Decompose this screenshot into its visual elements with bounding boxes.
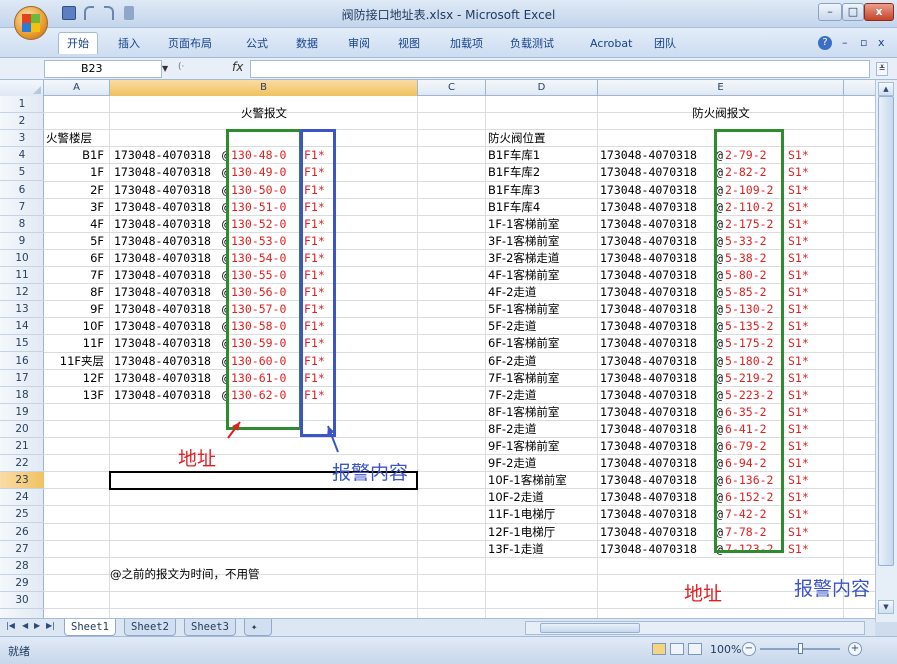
- status-bar: 就绪 100% − +: [0, 636, 897, 664]
- row-header-3[interactable]: 3: [0, 130, 44, 147]
- row-header-15[interactable]: 15: [0, 335, 44, 352]
- row-header-13[interactable]: 13: [0, 301, 44, 318]
- sheet-tab-sheet1[interactable]: Sheet1: [64, 619, 116, 636]
- row-header-1[interactable]: 1: [0, 96, 44, 113]
- tab-review[interactable]: 审阅: [348, 36, 370, 52]
- formula-cancel-icon[interactable]: (·: [178, 62, 184, 72]
- tab-formulas[interactable]: 公式: [246, 36, 268, 52]
- row-header-11[interactable]: 11: [0, 267, 44, 284]
- ribbon-restore-icon[interactable]: ▫: [860, 36, 867, 49]
- row-header-2[interactable]: 2: [0, 113, 44, 130]
- office-logo-icon: [22, 14, 40, 32]
- horizontal-scrollbar[interactable]: [525, 621, 865, 635]
- column-headers: A B C D E: [0, 80, 875, 96]
- page-layout-view-icon[interactable]: [670, 643, 684, 655]
- status-ready: 就绪: [8, 645, 30, 658]
- ribbon-minimize-icon[interactable]: –: [842, 36, 848, 49]
- office-button[interactable]: [14, 6, 48, 40]
- tab-home[interactable]: 开始: [58, 32, 98, 54]
- name-box[interactable]: B23: [44, 60, 162, 78]
- row-header-27[interactable]: 27: [0, 541, 44, 558]
- cell-area[interactable]: 火警报文 火警楼层 B1F 173048-4070318 @130-48-0 F1* 1F 1…: [44, 96, 875, 622]
- ribbon-close-icon[interactable]: x: [878, 36, 885, 49]
- row-header-25[interactable]: 25: [0, 506, 44, 523]
- row-header-30[interactable]: 30: [0, 592, 44, 609]
- first-sheet-icon[interactable]: |◀: [6, 621, 15, 630]
- formula-input[interactable]: [250, 60, 870, 78]
- row-header-17[interactable]: 17: [0, 370, 44, 387]
- close-button[interactable]: x: [864, 3, 894, 21]
- zoom-level[interactable]: 100%: [710, 643, 741, 656]
- page-break-view-icon[interactable]: [688, 643, 702, 655]
- normal-view-icon[interactable]: [652, 643, 666, 655]
- column-header-a[interactable]: A: [44, 80, 110, 96]
- tab-insert[interactable]: 插入: [118, 36, 140, 52]
- help-icon[interactable]: ?: [818, 36, 832, 50]
- sheet-tab-sheet3[interactable]: Sheet3: [184, 619, 236, 636]
- vertical-scrollbar[interactable]: ▲ ▼: [875, 80, 897, 622]
- tab-data[interactable]: 数据: [296, 36, 318, 52]
- annotation-arrows: [227, 421, 339, 453]
- row-header-20[interactable]: 20: [0, 421, 44, 438]
- zoom-in-icon[interactable]: +: [848, 642, 862, 656]
- tab-page-layout[interactable]: 页面布局: [168, 36, 212, 52]
- row-header-23[interactable]: 23: [0, 472, 44, 489]
- row-header-28[interactable]: 28: [0, 558, 44, 575]
- tab-addins[interactable]: 加载项: [450, 36, 483, 52]
- tab-view[interactable]: 视图: [398, 36, 420, 52]
- row-header-6[interactable]: 6: [0, 182, 44, 199]
- row-headers: 1 2 3 4 5 6 7 8 9 10 11 12 13 14 15 16 17 18 19 20 21 22 23 24 2…: [0, 96, 44, 622]
- title-bar: 阀防接口地址表.xlsx - Microsoft Excel – □ x: [0, 0, 897, 28]
- zoom-slider-thumb[interactable]: [798, 643, 803, 654]
- row-header-16[interactable]: 16: [0, 353, 44, 370]
- tab-team[interactable]: 团队: [654, 36, 676, 52]
- worksheet-grid[interactable]: A B C D E 1 2 3 4 5 6 7 8 9 10 11 12 13 14 15 16 17 18 19 2…: [0, 80, 875, 622]
- row-header-19[interactable]: 19: [0, 404, 44, 421]
- row-header-22[interactable]: 22: [0, 455, 44, 472]
- last-sheet-icon[interactable]: ▶|: [46, 621, 55, 630]
- row-header-14[interactable]: 14: [0, 318, 44, 335]
- select-all-corner[interactable]: [0, 80, 44, 96]
- excel-window: 阀防接口地址表.xlsx - Microsoft Excel – □ x 开始 …: [0, 0, 897, 664]
- row-header-29[interactable]: 29: [0, 575, 44, 592]
- row-header-24[interactable]: 24: [0, 489, 44, 506]
- sheet-tab-sheet2[interactable]: Sheet2: [124, 619, 176, 636]
- maximize-button[interactable]: □: [842, 3, 864, 21]
- horizontal-scroll-thumb[interactable]: [540, 623, 640, 633]
- expand-formula-bar-icon[interactable]: ≚: [876, 62, 888, 76]
- formula-bar: B23 ▼ (· fx ≚: [0, 58, 897, 80]
- row-header-9[interactable]: 9: [0, 233, 44, 250]
- zoom-out-icon[interactable]: −: [742, 642, 756, 656]
- tab-acrobat[interactable]: Acrobat: [590, 36, 632, 52]
- insert-sheet-icon[interactable]: ✦: [244, 619, 272, 636]
- next-sheet-icon[interactable]: ▶: [34, 621, 40, 630]
- ribbon-tabs: 开始 插入 页面布局 公式 数据 审阅 视图 加载项 负载测试 Acrobat …: [0, 28, 897, 58]
- row-header-8[interactable]: 8: [0, 216, 44, 233]
- sheet-tab-bar: |◀ ◀ ▶ ▶| Sheet1 Sheet2 Sheet3 ✦: [0, 618, 875, 636]
- row-header-7[interactable]: 7: [0, 199, 44, 216]
- prev-sheet-icon[interactable]: ◀: [22, 621, 28, 630]
- window-title: 阀防接口地址表.xlsx - Microsoft Excel: [341, 8, 556, 22]
- column-header-c[interactable]: C: [418, 80, 486, 96]
- row-header-21[interactable]: 21: [0, 438, 44, 455]
- minimize-button[interactable]: –: [818, 3, 842, 21]
- scroll-up-icon[interactable]: ▲: [878, 82, 894, 96]
- row-header-4[interactable]: 4: [0, 147, 44, 164]
- row-header-5[interactable]: 5: [0, 164, 44, 181]
- row-header-26[interactable]: 26: [0, 524, 44, 541]
- column-header-b[interactable]: B: [110, 80, 418, 96]
- scroll-down-icon[interactable]: ▼: [878, 600, 894, 614]
- chevron-down-icon[interactable]: ▼: [162, 64, 168, 73]
- tab-load-test[interactable]: 负载测试: [510, 36, 554, 52]
- insert-function-button[interactable]: fx: [232, 60, 243, 74]
- row-header-12[interactable]: 12: [0, 284, 44, 301]
- column-header-extra[interactable]: [844, 80, 875, 96]
- row-header-18[interactable]: 18: [0, 387, 44, 404]
- row-header-10[interactable]: 10: [0, 250, 44, 267]
- column-header-d[interactable]: D: [486, 80, 598, 96]
- vertical-scroll-thumb[interactable]: [878, 96, 894, 566]
- column-header-e[interactable]: E: [598, 80, 844, 96]
